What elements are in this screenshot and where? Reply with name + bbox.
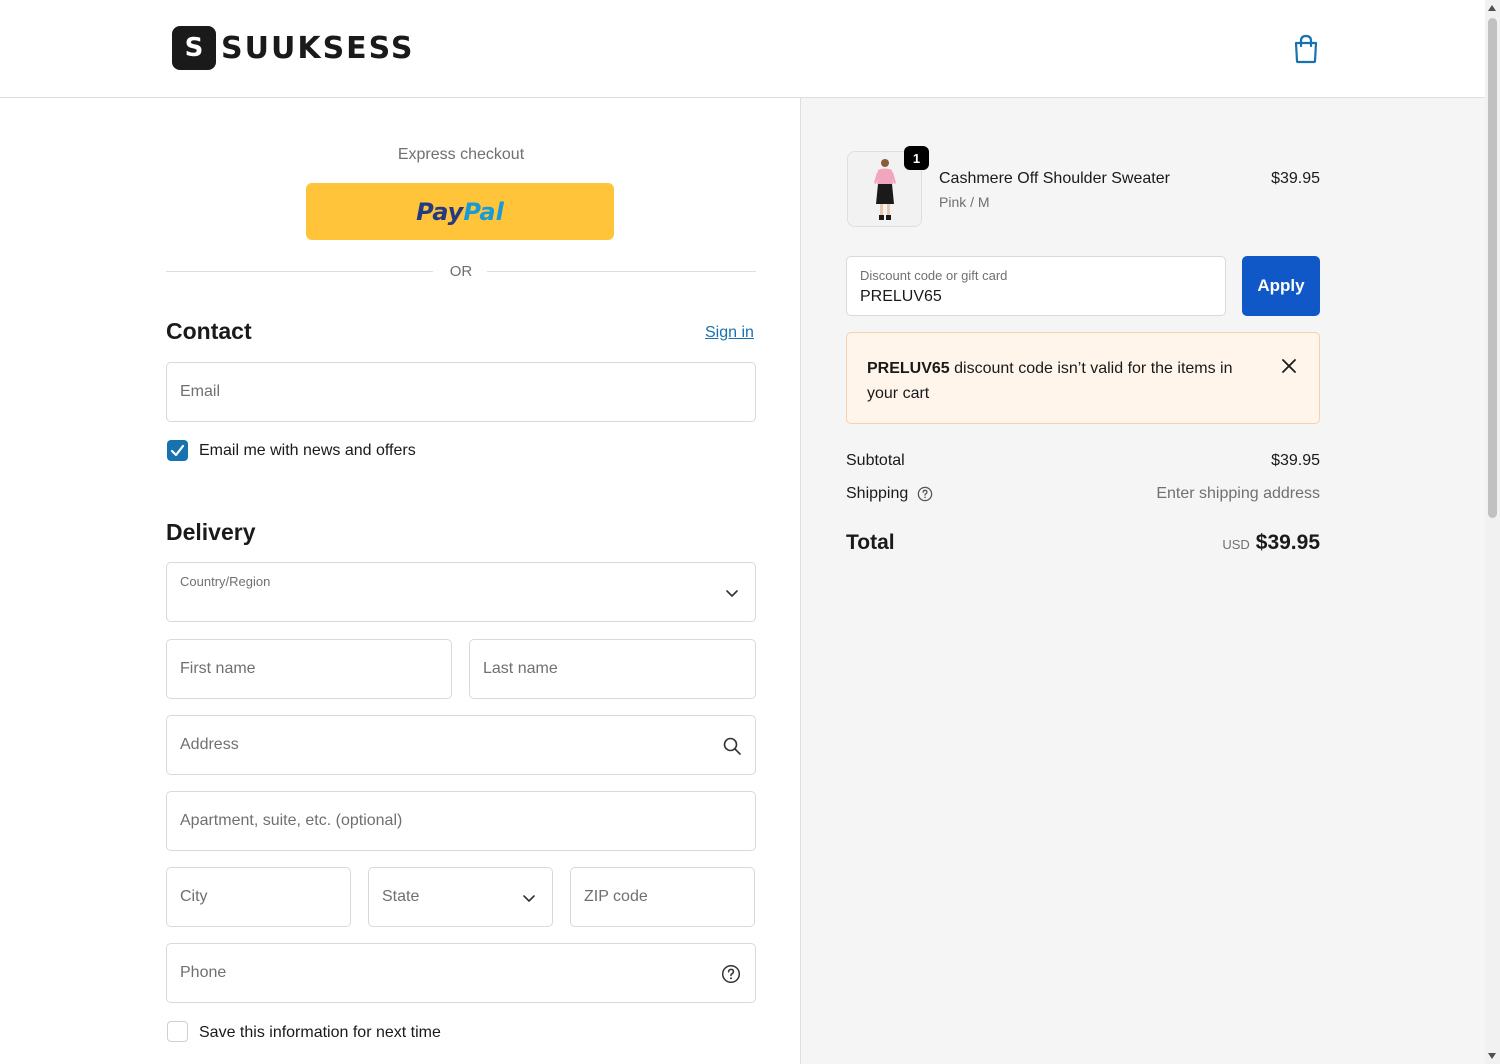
brand-logo[interactable]: S SUUKSESS bbox=[172, 26, 415, 70]
shopping-bag-icon[interactable] bbox=[1292, 34, 1320, 64]
scroll-up-arrow-icon[interactable] bbox=[1488, 5, 1496, 11]
discount-code-input[interactable]: Discount code or gift card PRELUV65 bbox=[846, 256, 1226, 316]
product-variant: Pink / M bbox=[939, 194, 990, 210]
express-checkout-label: Express checkout bbox=[397, 146, 525, 163]
last-name-field[interactable]: Last name bbox=[469, 639, 756, 699]
country-select[interactable]: Country/Region bbox=[166, 562, 756, 622]
address-field[interactable]: Address bbox=[166, 715, 756, 775]
newsletter-checkbox[interactable] bbox=[167, 440, 188, 461]
product-price: $39.95 bbox=[1271, 170, 1320, 187]
phone-placeholder: Phone bbox=[180, 964, 227, 981]
alert-message: PRELUV65 discount code isn’t valid for t… bbox=[867, 356, 1257, 406]
email-placeholder: Email bbox=[180, 383, 221, 400]
total-amount: USD $39.95 bbox=[1100, 531, 1320, 555]
subtotal-value: $39.95 bbox=[1271, 452, 1320, 469]
paypal-button[interactable]: Pay Pal bbox=[306, 183, 614, 240]
state-select[interactable]: State bbox=[368, 867, 553, 927]
city-placeholder: City bbox=[180, 888, 208, 905]
or-divider: OR bbox=[166, 262, 756, 282]
shipping-row: Shipping Enter shipping address bbox=[846, 485, 1320, 503]
subtotal-row: Subtotal $39.95 bbox=[846, 452, 1320, 470]
newsletter-label: Email me with news and offers bbox=[199, 442, 416, 459]
divider-line bbox=[487, 271, 756, 272]
shipping-label: Shipping bbox=[846, 485, 909, 502]
contact-title: Contact bbox=[166, 318, 252, 344]
page-scrollbar[interactable] bbox=[1485, 0, 1500, 1064]
logo-mark-icon: S bbox=[172, 26, 216, 70]
total-label: Total bbox=[846, 531, 895, 554]
quantity-badge: 1 bbox=[904, 146, 929, 170]
country-label: Country/Region bbox=[180, 574, 271, 589]
brand-name: SUUKSESS bbox=[221, 30, 415, 66]
zip-placeholder: ZIP code bbox=[584, 888, 648, 905]
city-field[interactable]: City bbox=[166, 867, 351, 927]
last-name-placeholder: Last name bbox=[483, 660, 558, 677]
chevron-down-icon bbox=[523, 895, 535, 902]
state-placeholder: State bbox=[382, 888, 420, 905]
discount-value: PRELUV65 bbox=[860, 288, 942, 305]
discount-label: Discount code or gift card bbox=[860, 268, 1008, 283]
alert-code: PRELUV65 bbox=[867, 360, 950, 377]
zip-field[interactable]: ZIP code bbox=[570, 867, 755, 927]
product-name: Cashmere Off Shoulder Sweater bbox=[939, 170, 1170, 187]
order-summary-panel bbox=[800, 98, 1485, 1064]
save-info-label: Save this information for next time bbox=[199, 1024, 441, 1041]
subtotal-label: Subtotal bbox=[846, 452, 905, 469]
checkmark-icon bbox=[170, 444, 185, 457]
email-field[interactable]: Email bbox=[166, 362, 756, 422]
discount-error-alert: PRELUV65 discount code isn’t valid for t… bbox=[846, 332, 1320, 424]
apartment-placeholder: Apartment, suite, etc. (optional) bbox=[180, 812, 403, 829]
first-name-field[interactable]: First name bbox=[166, 639, 452, 699]
first-name-placeholder: First name bbox=[180, 660, 256, 677]
apply-button[interactable]: Apply bbox=[1242, 256, 1320, 316]
delivery-title: Delivery bbox=[166, 519, 256, 545]
scroll-down-arrow-icon[interactable] bbox=[1488, 1053, 1496, 1059]
chevron-down-icon bbox=[726, 590, 738, 597]
total-currency: USD bbox=[1222, 537, 1250, 552]
site-header: S SUUKSESS bbox=[0, 0, 1485, 98]
address-placeholder: Address bbox=[180, 736, 239, 753]
save-info-checkbox[interactable] bbox=[167, 1021, 188, 1042]
paypal-logo-part1: Pay bbox=[416, 197, 464, 226]
sign-in-link[interactable]: Sign in bbox=[705, 324, 754, 342]
help-circle-icon[interactable] bbox=[721, 964, 741, 984]
close-icon[interactable] bbox=[1278, 355, 1300, 377]
shipping-value: Enter shipping address bbox=[1156, 485, 1320, 502]
paypal-logo-part2: Pal bbox=[463, 197, 504, 226]
search-icon bbox=[723, 737, 741, 755]
scroll-thumb[interactable] bbox=[1488, 18, 1497, 518]
total-value: $39.95 bbox=[1255, 531, 1320, 554]
help-circle-icon[interactable] bbox=[917, 486, 933, 502]
phone-field[interactable]: Phone bbox=[166, 943, 756, 1003]
apartment-field[interactable]: Apartment, suite, etc. (optional) bbox=[166, 791, 756, 851]
